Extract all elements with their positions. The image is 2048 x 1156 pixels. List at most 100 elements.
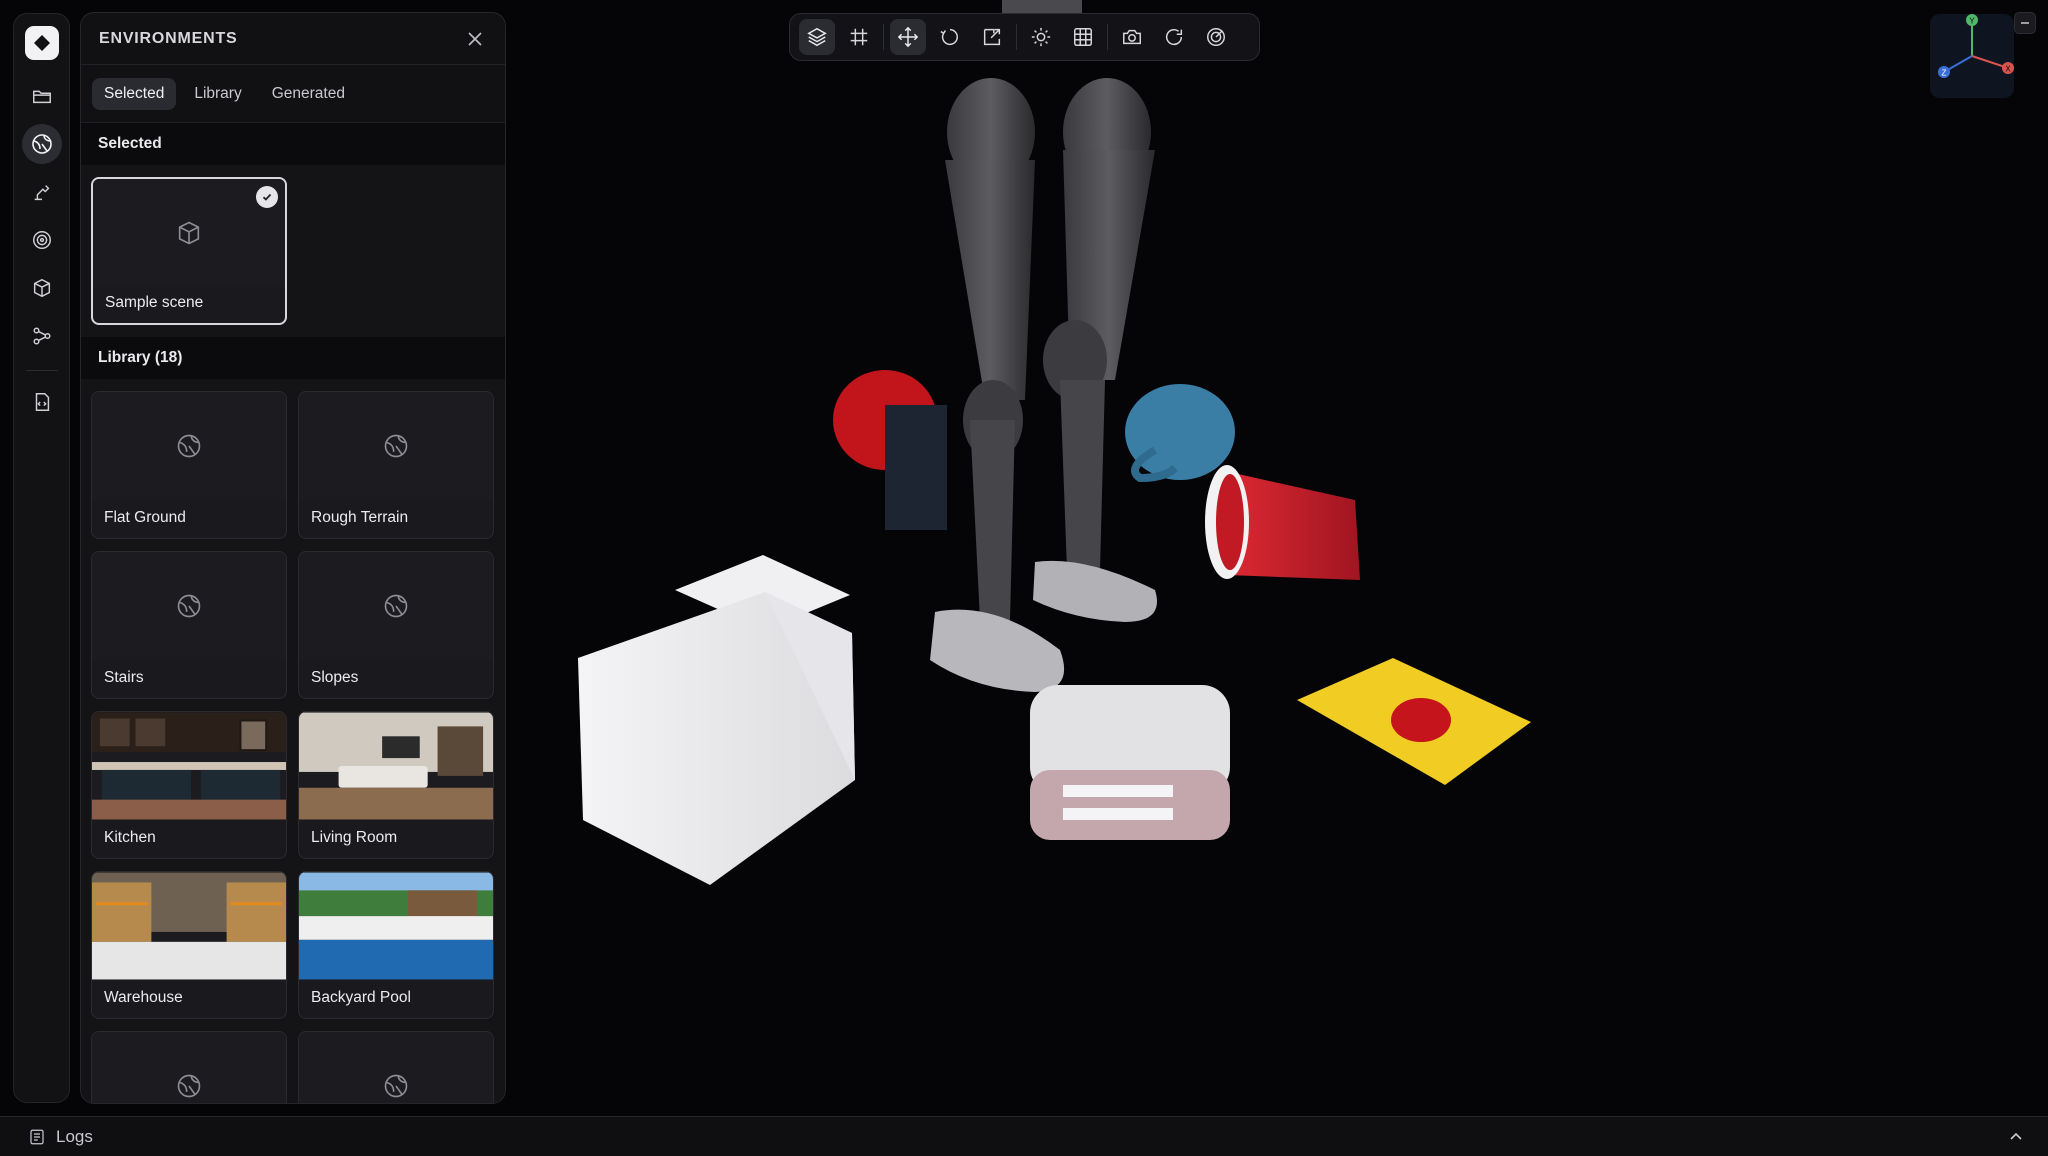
- card-thumbnail: [92, 1032, 286, 1103]
- code-file-icon: [35, 393, 50, 411]
- environment-card-more[interactable]: [91, 1031, 287, 1103]
- axis-z-label: Z: [1942, 69, 1947, 78]
- cube-icon: [33, 278, 51, 298]
- globe-icon: [177, 434, 201, 458]
- environment-card-kitchen[interactable]: Kitchen: [91, 711, 287, 859]
- card-thumbnail: [92, 392, 286, 500]
- scale-icon: [983, 28, 1001, 46]
- robot-arm-icon: [34, 185, 50, 201]
- code-file-button[interactable]: [22, 382, 62, 422]
- selected-check-icon: [256, 186, 278, 208]
- environment-card-more[interactable]: [298, 1031, 494, 1103]
- camera-button[interactable]: [1114, 19, 1150, 55]
- layers-icon: [807, 27, 827, 47]
- target-view-button[interactable]: [1198, 19, 1234, 55]
- library-section: Flat Ground Rough Terrain Stairs Slopes: [81, 379, 505, 1103]
- environment-card-flat-ground[interactable]: Flat Ground: [91, 391, 287, 539]
- globe-icon: [384, 434, 408, 458]
- kitchen-thumbnail: [92, 712, 286, 820]
- poster-panel: [885, 405, 947, 530]
- card-thumbnail: [299, 1032, 493, 1103]
- scene-render: [578, 0, 1531, 885]
- logs-expand-button[interactable]: [2006, 1127, 2026, 1147]
- environment-card-slopes[interactable]: Slopes: [298, 551, 494, 699]
- toolbar-divider: [1016, 24, 1017, 50]
- environment-card-backyard-pool[interactable]: Backyard Pool: [298, 871, 494, 1019]
- chevron-up-icon: [2010, 1132, 2022, 1140]
- chips-bag: [1297, 658, 1531, 785]
- close-icon: [468, 31, 482, 46]
- blue-mug: [1125, 384, 1235, 480]
- sun-icon: [1031, 27, 1051, 47]
- card-label: Slopes: [311, 669, 359, 686]
- frame-button[interactable]: [841, 19, 877, 55]
- cube-icon: [178, 221, 200, 245]
- panel-title: ENVIRONMENTS: [99, 29, 238, 47]
- radar-icon: [1207, 28, 1225, 46]
- library-section-header: Library (18): [81, 337, 505, 379]
- folder-icon: [33, 90, 51, 104]
- minimize-gizmo-button[interactable]: [2014, 12, 2036, 34]
- environment-card-warehouse[interactable]: Warehouse: [91, 871, 287, 1019]
- card-label: Warehouse: [104, 989, 183, 1006]
- axis-gizmo[interactable]: Y X Z: [1926, 10, 2018, 102]
- logo-icon: [34, 35, 50, 51]
- folder-button[interactable]: [22, 76, 62, 116]
- minus-icon: [2021, 22, 2029, 24]
- robot-arm-button[interactable]: [22, 172, 62, 212]
- reset-button[interactable]: [1156, 19, 1192, 55]
- move-icon: [897, 26, 919, 48]
- grid-icon: [1074, 28, 1092, 46]
- environments-panel: ENVIRONMENTS Selected Library Generated …: [80, 12, 506, 1104]
- warehouse-photo: [92, 872, 286, 980]
- card-label: Kitchen: [104, 829, 156, 846]
- rail-divider: [26, 370, 58, 371]
- layers-button[interactable]: [799, 19, 835, 55]
- grid-button[interactable]: [1065, 19, 1101, 55]
- toaster: [1030, 685, 1230, 840]
- red-cup: [1205, 465, 1360, 580]
- globe-icon: [177, 1074, 201, 1098]
- selected-section: Sample scene: [81, 165, 505, 337]
- tab-library[interactable]: Library: [182, 78, 253, 110]
- environment-card-stairs[interactable]: Stairs: [91, 551, 287, 699]
- tab-generated[interactable]: Generated: [260, 78, 357, 110]
- objects-button[interactable]: [22, 268, 62, 308]
- target-button[interactable]: [22, 220, 62, 260]
- rotate-button[interactable]: [932, 19, 968, 55]
- logs-bar[interactable]: Logs: [0, 1116, 2048, 1156]
- globe-icon: [384, 594, 408, 618]
- frame-icon: [850, 28, 868, 46]
- tab-selected[interactable]: Selected: [92, 77, 177, 110]
- app-logo[interactable]: [25, 26, 59, 60]
- viewport-toolbar: [789, 13, 1260, 61]
- card-thumbnail: [299, 552, 493, 660]
- environments-button[interactable]: [22, 124, 62, 164]
- close-button[interactable]: [463, 27, 487, 51]
- card-label: Rough Terrain: [311, 509, 409, 526]
- logs-label: Logs: [56, 1126, 93, 1146]
- rotate-icon: [940, 28, 958, 46]
- environment-card-rough-terrain[interactable]: Rough Terrain: [298, 391, 494, 539]
- environment-card-living-room[interactable]: Living Room: [298, 711, 494, 859]
- graph-button[interactable]: [22, 316, 62, 356]
- target-icon: [33, 231, 51, 249]
- camera-icon: [1123, 29, 1141, 45]
- humanoid-robot: [930, 0, 1157, 692]
- move-button[interactable]: [890, 19, 926, 55]
- scale-button[interactable]: [974, 19, 1010, 55]
- card-label: Stairs: [104, 669, 144, 686]
- card-label: Backyard Pool: [311, 989, 411, 1006]
- card-thumbnail: [299, 392, 493, 500]
- logs-icon: [30, 1129, 44, 1144]
- card-label: Living Room: [311, 829, 398, 846]
- toolbar-divider: [1107, 24, 1108, 50]
- 3d-viewport[interactable]: [515, 0, 2048, 1116]
- warehouse-thumbnail: [92, 872, 286, 980]
- lighting-button[interactable]: [1023, 19, 1059, 55]
- kitchen-photo: [92, 712, 286, 820]
- environment-card-sample-scene[interactable]: Sample scene: [91, 177, 287, 325]
- globe-icon: [384, 1074, 408, 1098]
- panel-tabs: Selected Library Generated: [81, 65, 505, 123]
- axis-gizmo-graphic: Y X Z: [1930, 14, 2014, 98]
